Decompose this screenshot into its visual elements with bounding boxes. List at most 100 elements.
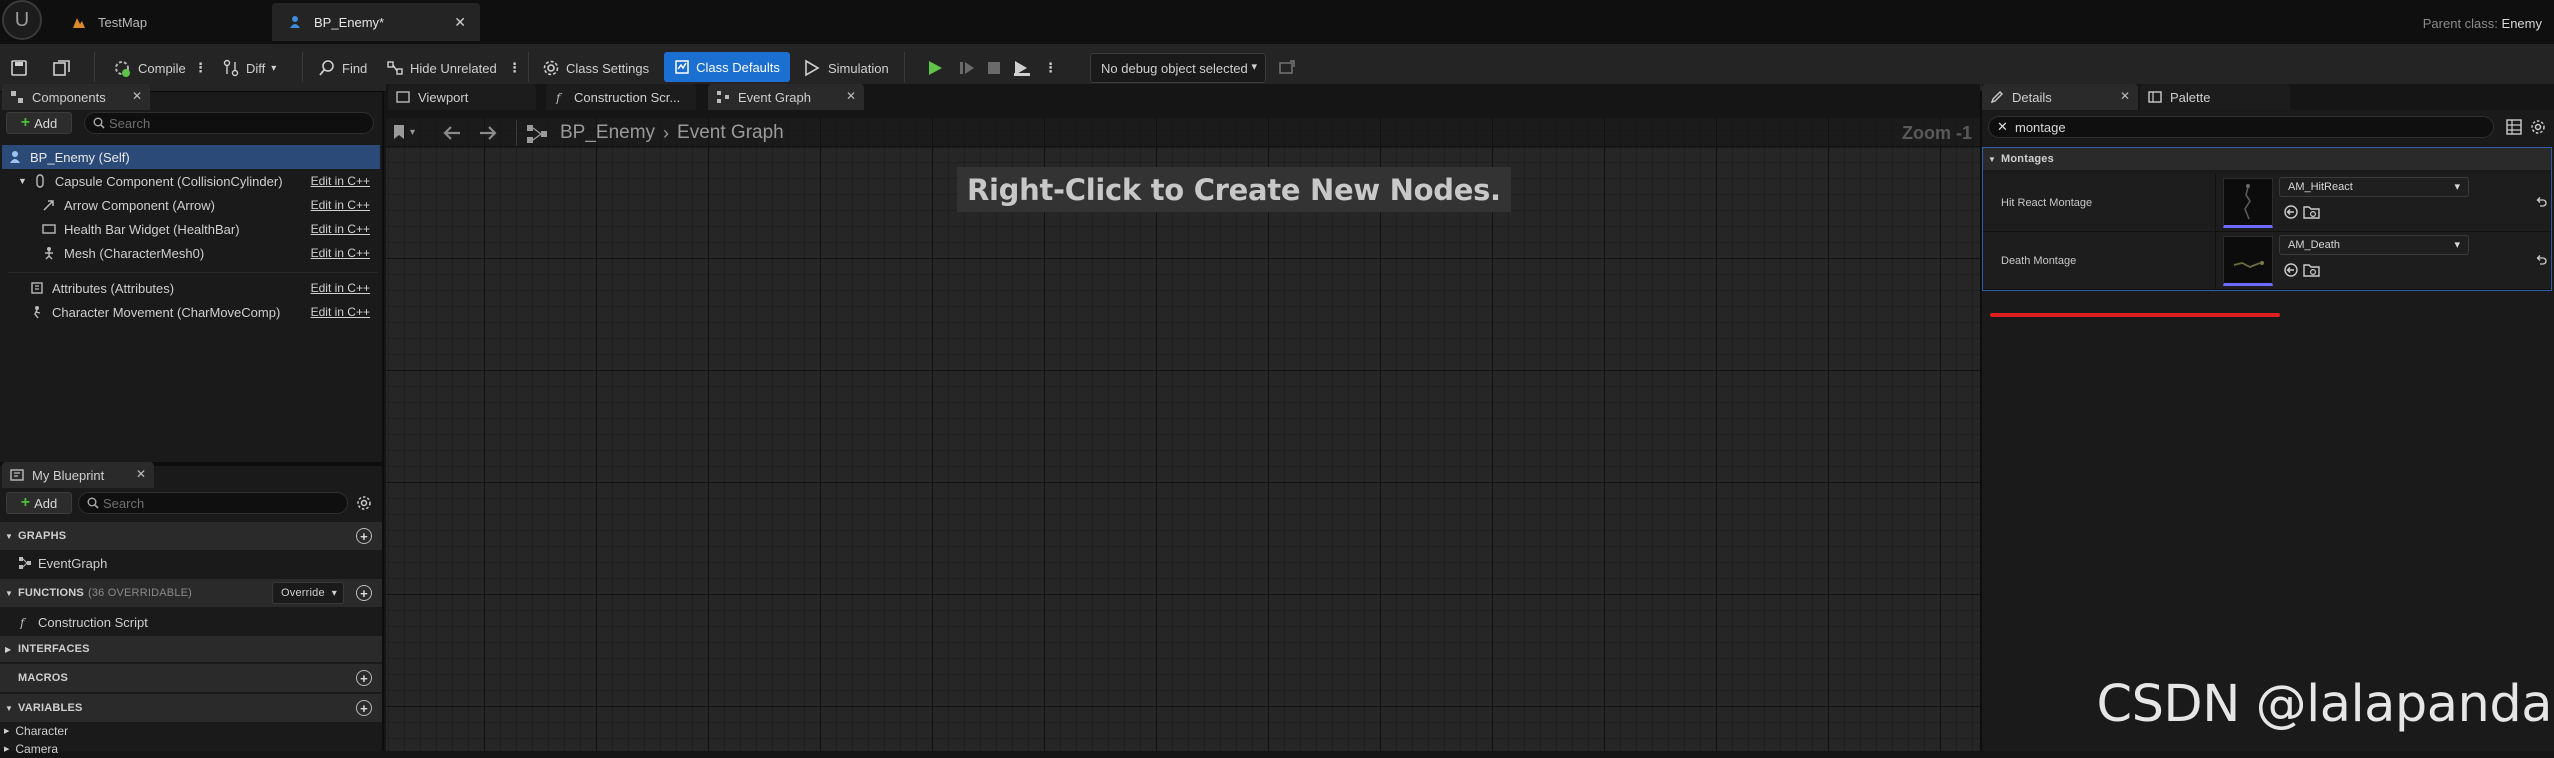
section-label: VARIABLES [18,702,83,714]
add-function-icon[interactable]: + [356,585,372,601]
debug-object-dropdown[interactable]: No debug object selected ▾ [1090,53,1266,83]
tab-label: Construction Scr... [574,89,681,105]
use-selected-asset-icon[interactable] [2283,262,2299,278]
edit-in-cpp-link[interactable]: Edit in C++ [311,198,370,212]
hitreact-montage-thumbnail-icon [2244,184,2251,220]
bookmark-dropdown[interactable]: ▾ [392,124,415,140]
list-item-event-graph[interactable]: EventGraph [18,551,378,575]
asset-picker-dropdown[interactable]: AM_Death ▾ [2279,235,2469,255]
component-row-movement[interactable]: Character Movement (CharMoveComp) Edit i… [30,300,380,324]
document-tab-bp-enemy[interactable]: BP_Enemy* ✕ [272,3,480,41]
tab-viewport[interactable]: Viewport [388,84,536,110]
asset-thumbnail[interactable] [2223,236,2273,286]
document-tab-testmap[interactable]: TestMap [56,3,272,41]
back-arrow-icon[interactable] [442,124,462,142]
column-divider [2215,232,2216,290]
browse-asset-icon[interactable] [2303,204,2321,220]
component-label: Capsule Component (CollisionCylinder) [54,173,283,189]
diff-button[interactable]: Diff ▾ [222,44,276,92]
search-icon [93,117,105,129]
parent-class-link[interactable]: Enemy [2502,16,2542,31]
tab-my-blueprint[interactable]: My Blueprint ✕ [2,462,154,488]
my-blueprint-search-input[interactable]: Search [78,492,348,514]
add-component-button[interactable]: + Add [6,112,72,134]
property-row-hit-react: Hit React Montage AM_HitReact ▾ [1983,174,2551,232]
add-graph-icon[interactable]: + [356,528,372,544]
chevron-down-icon: ▼ [1988,154,1997,164]
details-search-input[interactable]: ✕ montage [1988,116,2494,138]
function-icon: f [555,91,563,104]
functions-count: (36 OVERRIDABLE) [87,587,193,599]
close-icon[interactable]: ✕ [2120,89,2130,103]
breadcrumb-root[interactable]: BP_Enemy [560,122,655,144]
component-row-arrow[interactable]: Arrow Component (Arrow) Edit in C++ [42,193,380,217]
components-search-input[interactable]: Search [84,112,374,134]
close-icon[interactable]: ✕ [136,467,146,481]
graph-icon [526,124,548,144]
component-root-row[interactable]: BP_Enemy (Self) [2,145,380,169]
gear-icon[interactable] [2530,119,2546,135]
close-icon[interactable]: ✕ [132,89,142,103]
chevron-down-icon: ▾ [1251,61,1257,73]
component-row-capsule[interactable]: ▼ Capsule Component (CollisionCylinder) … [18,169,380,193]
add-macro-icon[interactable]: + [356,670,372,686]
chevron-down-icon: ▼ [5,531,14,541]
reset-to-default-icon[interactable] [2535,254,2547,266]
reset-to-default-icon[interactable] [2535,196,2547,208]
edit-in-cpp-link[interactable]: Edit in C++ [311,246,370,260]
chevron-right-icon: ▶ [4,728,10,735]
forward-arrow-icon[interactable] [478,124,498,142]
section-graphs[interactable]: ▼ GRAPHS + [0,522,382,550]
add-variable-icon[interactable]: + [356,700,372,716]
edit-in-cpp-link[interactable]: Edit in C++ [311,222,370,236]
gear-icon[interactable] [356,495,372,511]
compile-options-icon[interactable]: ⋮ [194,44,207,92]
asset-thumbnail[interactable] [2223,178,2273,228]
component-row-healthbar[interactable]: Health Bar Widget (HealthBar) Edit in C+… [42,217,380,241]
close-icon[interactable]: ✕ [846,89,856,103]
component-row-mesh[interactable]: Mesh (CharacterMesh0) Edit in C++ [42,241,380,265]
tab-construction-script[interactable]: f Construction Scr... [546,84,696,110]
class-settings-label: Class Settings [566,60,650,76]
class-defaults-button[interactable]: Class Defaults [664,52,790,82]
svg-text:f: f [19,616,27,629]
breadcrumb: BP_Enemy › Event Graph [560,118,784,148]
tab-details[interactable]: Details ✕ [1982,84,2138,110]
section-macros[interactable]: MACROS + [0,664,382,692]
edit-in-cpp-link[interactable]: Edit in C++ [311,305,370,319]
tab-event-graph[interactable]: Event Graph ✕ [708,84,864,110]
browse-asset-icon[interactable] [2303,262,2321,278]
capsule-icon [36,174,44,188]
clear-search-icon[interactable]: ✕ [1997,119,2008,135]
chevron-right-icon: ▶ [5,644,12,654]
pawn-icon [10,151,20,163]
add-member-button[interactable]: + Add [6,492,72,514]
list-item-label: Construction Script [38,614,148,630]
asset-picker-dropdown[interactable]: AM_HitReact ▾ [2279,177,2469,197]
components-icon [11,91,23,103]
tab-palette[interactable]: Palette [2140,84,2290,110]
edit-in-cpp-link[interactable]: Edit in C++ [311,174,370,188]
find-button[interactable]: Find [318,44,367,92]
use-selected-asset-icon[interactable] [2283,204,2299,220]
close-icon[interactable]: ✕ [454,14,466,31]
list-item-construction-script[interactable]: f Construction Script [18,610,378,634]
plus-icon: + [20,494,31,511]
chevron-right-icon: › [663,122,670,143]
component-row-attributes[interactable]: Attributes (Attributes) Edit in C++ [30,276,380,300]
edit-in-cpp-link[interactable]: Edit in C++ [311,281,370,295]
section-functions[interactable]: ▼ FUNCTIONS (36 OVERRIDABLE) Override ▾ … [0,579,382,607]
document-tab-label: BP_Enemy* [314,14,385,30]
graph-hint-text: Right-Click to Create New Nodes. [957,167,1511,212]
override-dropdown[interactable]: Override ▾ [272,582,344,604]
add-label: Add [34,495,58,511]
event-graph-canvas[interactable] [386,118,1980,751]
table-view-icon[interactable] [2506,119,2522,135]
section-variables[interactable]: ▼ VARIABLES + [0,694,382,722]
section-interfaces[interactable]: ▶ INTERFACES [0,636,382,662]
tab-components[interactable]: Components ✕ [2,84,150,110]
variable-category-camera[interactable]: ▶ Camera [4,740,374,758]
section-montages[interactable]: ▼ Montages [1983,148,2551,170]
unreal-logo-icon[interactable]: U [2,0,42,40]
variable-category-character[interactable]: ▶ Character [4,722,374,740]
